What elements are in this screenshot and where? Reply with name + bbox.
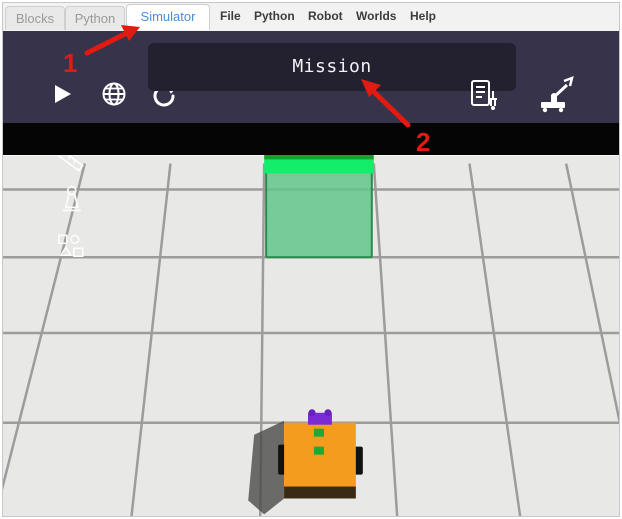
simulator-viewport[interactable] bbox=[3, 155, 619, 517]
annotation-number-1: 1 bbox=[63, 48, 78, 78]
annotation-arrow-1 bbox=[84, 25, 140, 56]
annotation-number-2: 2 bbox=[416, 127, 431, 157]
goal-box bbox=[264, 155, 374, 259]
annotation-layer bbox=[84, 25, 411, 128]
app-window: Blocks Python Simulator File Python Robo… bbox=[2, 2, 620, 517]
annotation-arrow-2 bbox=[361, 79, 411, 128]
